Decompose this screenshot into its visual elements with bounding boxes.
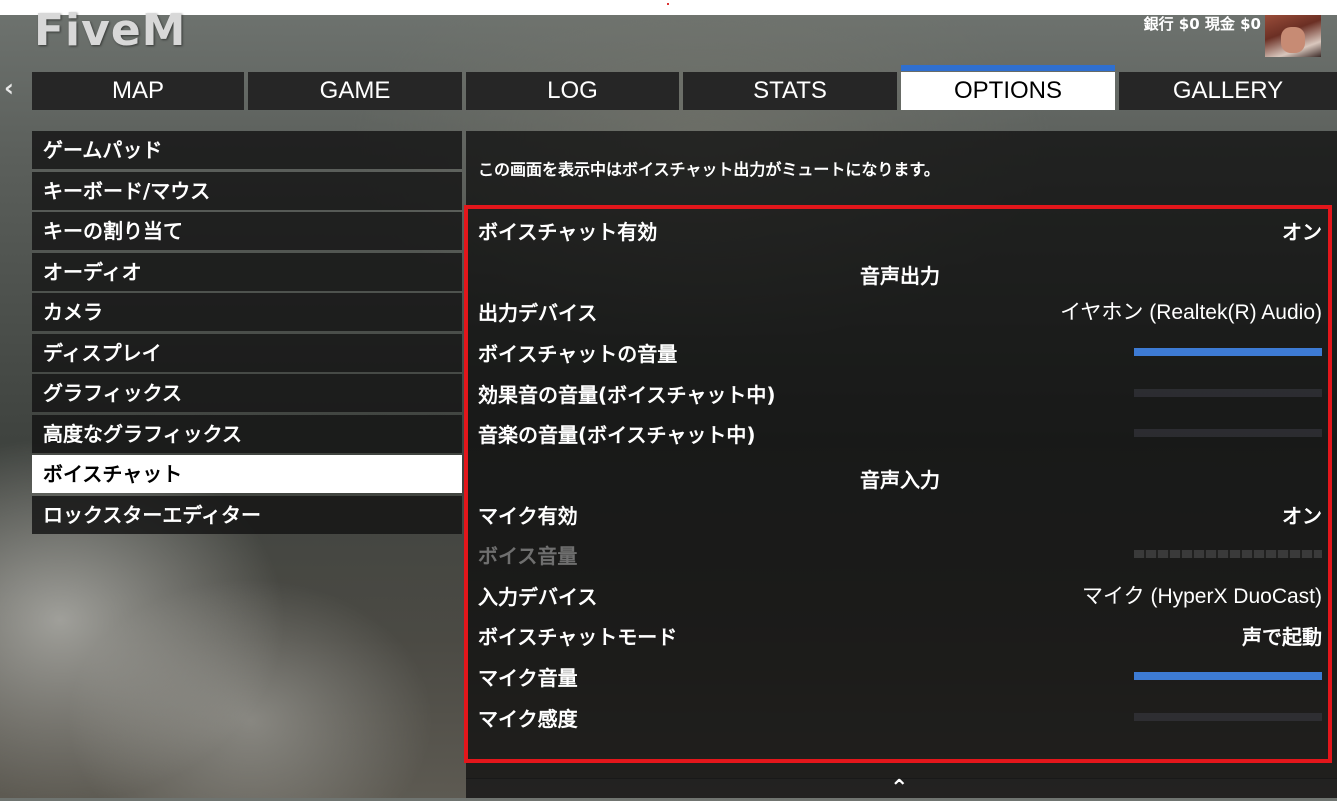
- marker-dot: [667, 3, 669, 5]
- sidebar-item-audio[interactable]: オーディオ: [32, 252, 462, 291]
- tab-stats[interactable]: STATS: [683, 72, 897, 110]
- chevron-left-icon[interactable]: ‹: [4, 76, 14, 100]
- tab-gallery[interactable]: GALLERY: [1119, 72, 1337, 110]
- mute-notice: この画面を表示中はボイスチャット出力がミュートになります。: [478, 160, 940, 179]
- player-avatar: [1265, 15, 1321, 57]
- chevron-up-icon[interactable]: ⌃: [890, 776, 908, 801]
- highlight-frame: [464, 205, 1332, 763]
- sidebar-item-graphics[interactable]: グラフィックス: [32, 374, 462, 412]
- avatar-face: [1281, 27, 1305, 53]
- sidebar-item-advanced-graphics[interactable]: 高度なグラフィックス: [32, 414, 462, 453]
- tab-map[interactable]: MAP: [32, 72, 244, 110]
- tab-options[interactable]: OPTIONS: [901, 65, 1115, 110]
- sidebar-item-rockstar-editor[interactable]: ロックスターエディター: [32, 495, 462, 534]
- sidebar-item-camera[interactable]: カメラ: [32, 293, 462, 331]
- hud-time: 木 12:00: [1197, 2, 1261, 15]
- sidebar-item-voice-chat[interactable]: ボイスチャット: [32, 455, 462, 493]
- options-sidebar: ゲームパッド キーボード/マウス キーの割り当て オーディオ カメラ ディスプレ…: [32, 131, 462, 536]
- sidebar-item-key-bindings[interactable]: キーの割り当て: [32, 212, 462, 250]
- sidebar-item-gamepad[interactable]: ゲームパッド: [32, 131, 462, 169]
- fivem-logo: FiveM: [34, 8, 187, 50]
- hud-money: 銀行 $0 現金 $0: [1143, 15, 1261, 33]
- sidebar-item-keyboard-mouse[interactable]: キーボード/マウス: [32, 171, 462, 210]
- sidebar-item-display[interactable]: ディスプレイ: [32, 333, 462, 372]
- hud-info: 木 12:00 銀行 $0 現金 $0: [1144, 2, 1261, 33]
- tab-log[interactable]: LOG: [466, 72, 679, 110]
- tab-game[interactable]: GAME: [248, 72, 462, 110]
